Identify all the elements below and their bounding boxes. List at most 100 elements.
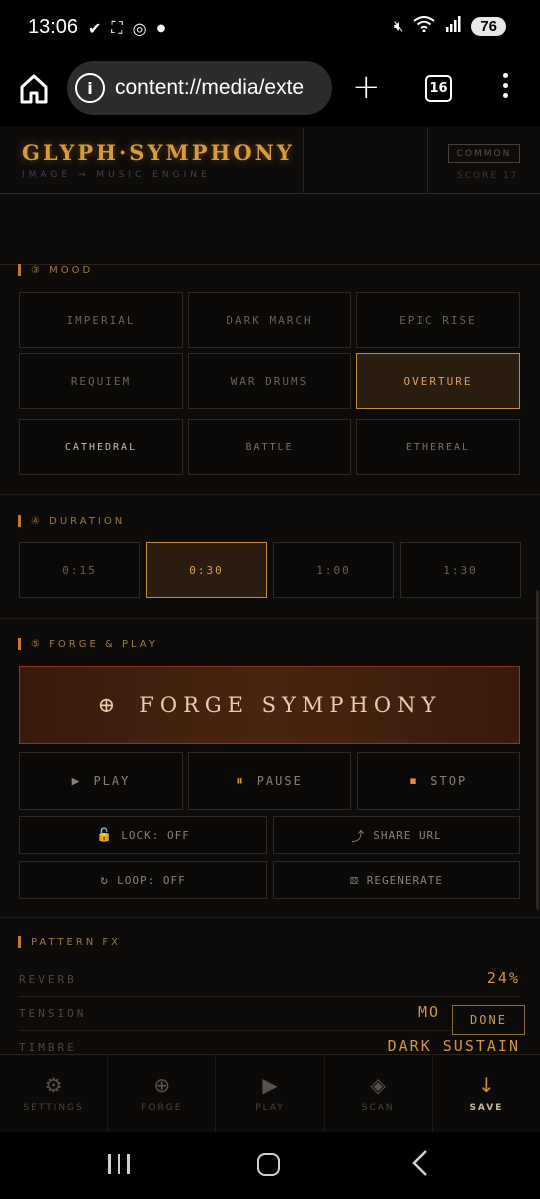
nav-item-settings[interactable]: ⚙ SETTINGS (0, 1055, 109, 1132)
mood-option-battle[interactable]: BATTLE (188, 419, 351, 475)
loop-toggle-button[interactable]: ↻ LOOP: OFF (19, 861, 267, 899)
dot-icon: ● (156, 22, 166, 34)
duration-option-0-30[interactable]: 0:30 (146, 542, 267, 598)
stop-button[interactable]: ⏹ STOP (357, 752, 520, 810)
check-icon: ✔ (88, 18, 102, 38)
app-page: GLYPH·SYMPHONY IMAGE → MUSIC ENGINE COMM… (0, 126, 540, 1132)
duration-option-0-15[interactable]: 0:15 (19, 542, 140, 598)
nav-item-scan[interactable]: ◈ SCAN (325, 1055, 433, 1132)
browser-toolbar: i content://media/exte + 16 (0, 58, 540, 126)
pause-icon: ⏸ (236, 773, 245, 789)
score-label: SCORE 17 (457, 171, 519, 181)
home-icon[interactable] (18, 72, 50, 106)
rarity-badge: COMMON (448, 144, 520, 163)
done-button[interactable]: DONE (452, 1005, 525, 1035)
nav-item-forge[interactable]: ⊕ FORGE (108, 1055, 217, 1132)
new-tab-icon[interactable]: + (352, 70, 381, 104)
mute-icon: 🔇︎ (393, 17, 404, 35)
section-bar (18, 638, 21, 650)
forge-label-text: ⑤ FORGE & PLAY (31, 638, 158, 650)
forge-section-label: ⑤ FORGE & PLAY (18, 638, 158, 650)
mood-option-dark-march[interactable]: DARK MARCH (188, 292, 351, 348)
battery-indicator: 76 (471, 16, 506, 36)
screenshot-icon: ⛶ (111, 18, 123, 37)
scrollbar[interactable] (536, 590, 539, 910)
header-divider (303, 128, 304, 194)
loop-icon: ↻ (100, 872, 110, 888)
divider (0, 494, 540, 495)
dice-icon: ⚄ (349, 872, 359, 888)
pattern-fx-section-label: PATTERN FX (18, 936, 121, 948)
url-text: content://media/exte (115, 76, 305, 99)
status-time: 13:06 (28, 16, 79, 38)
app-header: GLYPH·SYMPHONY IMAGE → MUSIC ENGINE COMM… (0, 128, 540, 194)
lock-label: LOCK: OFF (121, 828, 190, 842)
app-logo: GLYPH·SYMPHONY (22, 140, 295, 165)
app-subtitle: IMAGE → MUSIC ENGINE (22, 170, 211, 180)
mood-option-epic-rise[interactable]: EPIC RISE (356, 292, 520, 348)
instagram-icon: ◎ (132, 18, 147, 38)
info-icon[interactable]: i (75, 73, 105, 103)
mood-option-ethereal[interactable]: ETHEREAL (356, 419, 520, 475)
share-icon: ⤴ (351, 829, 366, 845)
fx-value: DARK SUSTAIN (387, 1037, 520, 1055)
divider (0, 917, 540, 918)
forge-symphony-label: FORGE SYMPHONY (139, 693, 442, 717)
duration-section-label: ④ DURATION (18, 515, 125, 527)
recent-apps-icon[interactable] (108, 1154, 130, 1174)
mood-option-war-drums[interactable]: WAR DRUMS (188, 353, 351, 409)
nav-item-play[interactable]: ▶ PLAY (216, 1055, 325, 1132)
fx-row-tension: TENSION MO (19, 997, 520, 1031)
fx-value: 24% (486, 969, 520, 987)
fx-value: MO (417, 1003, 440, 1021)
mood-section-label: ③ MOOD (18, 264, 93, 276)
image-preview-area (0, 195, 540, 265)
back-icon[interactable] (410, 1148, 430, 1184)
duration-option-1-30[interactable]: 1:30 (400, 542, 521, 598)
nav-item-save[interactable]: ↓ SAVE (433, 1055, 540, 1132)
nav-label: SAVE (469, 1102, 504, 1113)
fx-name: REVERB (19, 973, 77, 986)
nav-label: PLAY (255, 1102, 285, 1113)
system-home-icon[interactable] (257, 1153, 280, 1176)
save-icon: ↓ (478, 1072, 495, 1097)
loop-label: LOOP: OFF (117, 873, 186, 887)
mood-option-imperial[interactable]: IMPERIAL (19, 292, 183, 348)
divider (0, 618, 540, 619)
nav-label: FORGE (141, 1102, 183, 1113)
share-url-button[interactable]: ⤴ SHARE URL (273, 816, 520, 854)
pause-button[interactable]: ⏸ PAUSE (188, 752, 351, 810)
play-icon: ▶ (71, 773, 82, 789)
duration-option-1-00[interactable]: 1:00 (273, 542, 394, 598)
forge-symphony-button[interactable]: ⊕ FORGE SYMPHONY (19, 666, 520, 744)
play-button[interactable]: ▶ PLAY (19, 752, 183, 810)
overflow-menu-icon[interactable] (500, 73, 510, 103)
header-divider (427, 128, 428, 194)
bottom-nav: ⚙ SETTINGS ⊕ FORGE ▶ PLAY ◈ SCAN ↓ SAVE (0, 1054, 540, 1132)
nav-label: SCAN (361, 1102, 395, 1113)
forge-icon: ⊕ (97, 693, 122, 717)
regenerate-button[interactable]: ⚄ REGENERATE (273, 861, 520, 899)
stop-label: STOP (430, 774, 468, 788)
status-left-icons: ✔ ⛶ ◎ ● (88, 18, 165, 38)
fx-name: TENSION (19, 1007, 87, 1020)
mood-option-overture[interactable]: OVERTURE (356, 353, 520, 409)
scan-icon: ◈ (370, 1072, 386, 1097)
tab-count-button[interactable]: 16 (425, 75, 452, 102)
mood-option-requiem[interactable]: REQUIEM (19, 353, 183, 409)
fx-row-reverb: REVERB 24% (19, 963, 520, 997)
nav-label: SETTINGS (23, 1102, 84, 1113)
regenerate-label: REGENERATE (366, 873, 444, 887)
settings-icon: ⚙ (44, 1072, 63, 1097)
mood-option-cathedral[interactable]: CATHEDRAL (19, 419, 183, 475)
url-bar[interactable]: i content://media/exte (67, 61, 332, 115)
duration-label-text: ④ DURATION (31, 515, 126, 527)
pause-label: PAUSE (256, 774, 303, 788)
forge-icon: ⊕ (153, 1072, 171, 1097)
lock-toggle-button[interactable]: 🔓 LOCK: OFF (19, 816, 267, 854)
unlock-icon: 🔓 (96, 827, 114, 843)
section-bar (18, 515, 21, 527)
stop-icon: ⏹ (409, 773, 419, 789)
status-bar: 13:06 ✔ ⛶ ◎ ● 🔇︎ 76 (0, 0, 540, 58)
status-right-icons: 🔇︎ 76 (394, 16, 506, 36)
